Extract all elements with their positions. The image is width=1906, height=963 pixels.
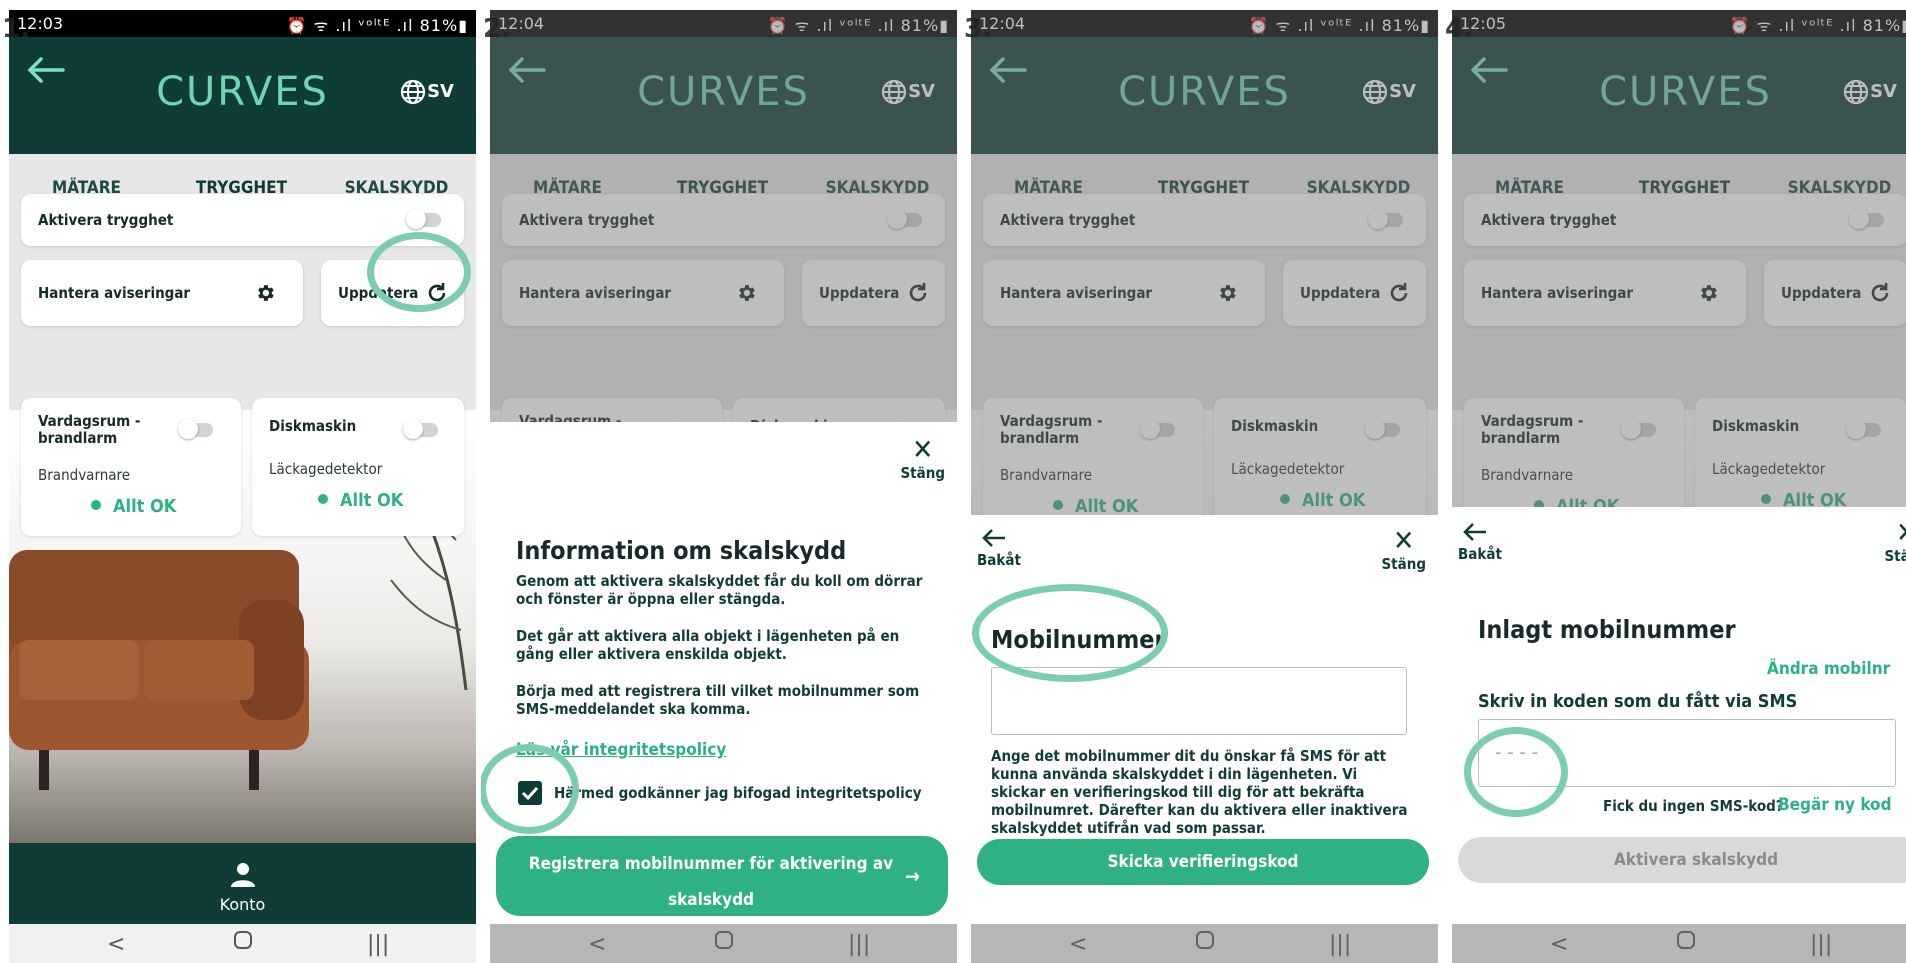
manage-notifications-label: Hantera aviseringar xyxy=(38,284,191,302)
sheet-paragraph-1: Genom att aktivera skalskyddet får du ko… xyxy=(516,572,923,608)
step-number: 2. xyxy=(483,14,511,44)
back-button[interactable]: Bakåt xyxy=(1458,521,1502,563)
back-arrow-icon xyxy=(982,529,1005,547)
system-back-icon[interactable]: < xyxy=(107,932,125,957)
bottom-navigation: Konto xyxy=(9,843,476,924)
phone-screen: 12:04 ⏰ ᯤ .ıl ᵛᵒˡᵗᴱ .ıl 81%▮ CURVES SV M… xyxy=(971,10,1438,963)
device2-toggle[interactable] xyxy=(403,419,438,439)
register-mobile-button[interactable]: Registrera mobilnummer för aktivering av… xyxy=(496,836,948,916)
close-icon: ✕ xyxy=(912,433,934,466)
status-icons: ⏰ ᯤ .ıl ᵛᵒˡᵗᴱ .ıl 81%▮ xyxy=(286,16,468,35)
system-recents-icon[interactable]: ||| xyxy=(367,932,389,957)
back-button[interactable]: Bakåt xyxy=(977,527,1021,569)
globe-icon xyxy=(400,79,426,105)
verify-code-sheet: Bakåt ✕Stäng Inlagt mobilnummer Ändra mo… xyxy=(1452,507,1906,924)
language-code: SV xyxy=(427,81,454,102)
device1-toggle[interactable] xyxy=(178,419,213,439)
status-bar: 12:03 ⏰ ᯤ .ıl ᵛᵒˡᵗᴱ .ıl 81%▮ xyxy=(9,10,476,37)
activate-safety-label: Aktivera trygghet xyxy=(38,211,174,229)
arrow-right-icon: → xyxy=(904,864,920,888)
status-dot-icon xyxy=(318,494,328,504)
no-code-text: Fick du ingen SMS-kod? xyxy=(1603,797,1784,815)
change-mobile-link[interactable]: Ändra mobilnr xyxy=(1767,659,1890,679)
step-panel-2: 2. 12:04 ⏰ ᯤ .ıl ᵛᵒˡᵗᴱ .ıl 81%▮ CURVES S… xyxy=(481,0,964,963)
status-dot-icon xyxy=(91,500,101,510)
mobile-number-sheet: Bakåt ✕ Stäng Mobilnummer Ange det mobiln… xyxy=(971,515,1438,924)
close-button[interactable]: ✕Stäng xyxy=(1381,524,1426,574)
sofa-image xyxy=(9,550,309,790)
activate-perimeter-button[interactable]: Aktivera skalskydd xyxy=(1458,837,1906,883)
manage-notifications-card[interactable]: Hantera aviseringar xyxy=(21,260,303,326)
highlight-ring xyxy=(367,232,471,312)
language-selector[interactable]: SV xyxy=(400,79,454,105)
step-panel-1: 1. 12:03 ⏰ ᯤ .ıl ᵛᵒˡᵗᴱ .ıl 81%▮ CURVES S… xyxy=(0,0,483,963)
step-number: 4. xyxy=(1445,14,1473,44)
step-number: 3. xyxy=(964,14,992,44)
account-icon[interactable] xyxy=(9,861,476,891)
register-mobile-label: Registrera mobilnummer för aktivering av… xyxy=(528,854,894,910)
activate-safety-toggle[interactable] xyxy=(406,209,441,229)
device-card-dishwasher[interactable]: Diskmaskin Läckagedetektor Allt OK xyxy=(252,398,464,536)
back-arrow-icon xyxy=(1463,523,1486,541)
device-card-smoke-alarm[interactable]: Vardagsrum - brandlarm Brandvarnare Allt… xyxy=(21,398,241,536)
close-icon: ✕ xyxy=(1884,519,1906,547)
device2-type: Läckagedetektor xyxy=(269,460,383,478)
step-panel-3: 3. 12:04 ⏰ ᯤ .ıl ᵛᵒˡᵗᴱ .ıl 81%▮ CURVES S… xyxy=(962,0,1445,963)
app-header: CURVES SV xyxy=(9,37,476,154)
sheet-paragraph-2: Det går att aktivera alla objekt i lägen… xyxy=(516,627,900,663)
close-icon: ✕ xyxy=(1393,524,1415,557)
highlight-ring xyxy=(972,584,1168,682)
system-navigation-bar: < ||| xyxy=(9,924,476,963)
device1-name: Vardagsrum - brandlarm xyxy=(38,412,141,447)
info-sheet: ✕ Stäng Information om skalskydd Genom at… xyxy=(490,422,957,924)
close-button[interactable]: ✕Stäng xyxy=(1884,519,1906,566)
sms-code-label: Skriv in koden som du fått via SMS xyxy=(1478,691,1798,712)
sheet-title: Information om skalskydd xyxy=(516,536,847,565)
resend-code-link[interactable]: Begär ny kod xyxy=(1778,795,1892,815)
send-verification-button[interactable]: Skicka verifieringskod xyxy=(977,839,1429,885)
phone-screen: 12:03 ⏰ ᯤ .ıl ᵛᵒˡᵗᴱ .ıl 81%▮ CURVES SV M… xyxy=(9,10,476,963)
phone-screen: 12:05 ⏰ ᯤ .ıl ᵛᵒˡᵗᴱ .ıl 81%▮ CURVES SV M… xyxy=(1452,10,1906,963)
system-home-icon[interactable] xyxy=(233,930,253,956)
close-button[interactable]: ✕Stäng xyxy=(900,433,945,483)
sheet-paragraph-3: Börja med att registrera till vilket mob… xyxy=(516,682,920,718)
device2-status: Allt OK xyxy=(318,490,403,511)
highlight-ring xyxy=(1464,727,1568,817)
device2-name: Diskmaskin xyxy=(269,417,357,435)
device1-type: Brandvarnare xyxy=(38,466,131,484)
highlight-ring xyxy=(481,744,579,834)
consent-label: Härmed godkänner jag bifogad integritets… xyxy=(554,784,922,802)
gear-icon xyxy=(258,285,274,301)
device1-status: Allt OK xyxy=(91,496,176,517)
sheet-title: Inlagt mobilnummer xyxy=(1478,615,1736,644)
step-panel-4: 4. 12:05 ⏰ ᯤ .ıl ᵛᵒˡᵗᴱ .ıl 81%▮ CURVES S… xyxy=(1443,0,1906,963)
mobile-help-text: Ange det mobilnummer dit du önskar få SM… xyxy=(991,747,1408,837)
step-number: 1. xyxy=(2,14,30,44)
account-label[interactable]: Konto xyxy=(9,895,476,914)
